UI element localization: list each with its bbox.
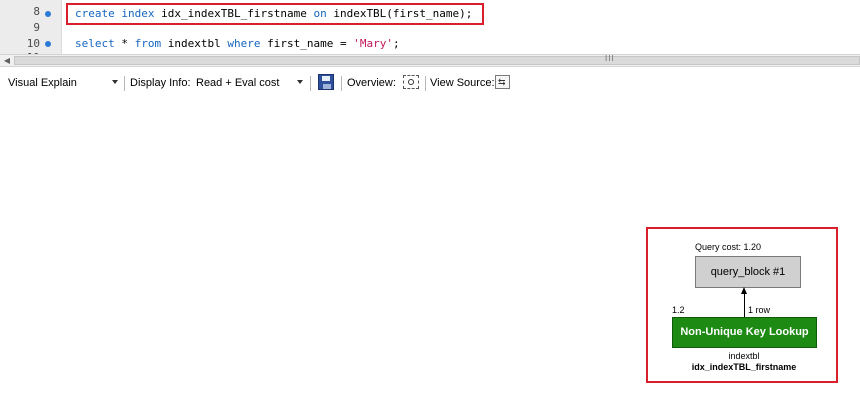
view-source-glyph: ⇆ (498, 77, 506, 87)
toolbar-divider (341, 76, 342, 91)
code-text: select * from indextbl where first_name … (75, 37, 400, 51)
view-select[interactable]: Visual Explain (8, 77, 77, 89)
code-token: ; (392, 37, 400, 50)
operation-cost-label: 1.2 (672, 305, 685, 315)
toolbar-divider (310, 76, 311, 91)
table-name-label: indextbl (728, 351, 760, 361)
code-line-10: 10 (0, 23, 860, 50)
chevron-down-icon[interactable] (112, 80, 118, 84)
query-block-node[interactable]: query_block #1 (695, 256, 801, 288)
rows-label: 1 row (748, 305, 771, 315)
code-token: from (134, 37, 162, 50)
scroll-left-icon[interactable]: ◀ (1, 55, 13, 66)
horizontal-scrollbar[interactable]: ◀ III (0, 54, 860, 67)
index-name-label: idx_indexTBL_firstname (691, 362, 797, 372)
query-cost-label: Query cost: 1.20 (695, 242, 762, 252)
sql-editor[interactable]: 8 9 create index idx_indexTBL_firstname … (0, 0, 860, 54)
display-info-label: Display Info: (130, 77, 191, 89)
toolbar-divider (425, 76, 426, 91)
key-lookup-node[interactable]: Non-Unique Key Lookup (672, 317, 817, 348)
statement-marker-icon (45, 41, 51, 47)
view-source-label: View Source: (430, 77, 495, 89)
highlight-box-create-index (66, 3, 484, 25)
view-source-icon[interactable]: ⇆ (495, 75, 510, 89)
save-icon-slot (323, 84, 331, 89)
flow-connector (744, 293, 745, 317)
code-token: indextbl (161, 37, 228, 50)
code-line-11[interactable]: 11 select * from indextbl where first_na… (0, 37, 860, 54)
toolbar-divider (124, 76, 125, 91)
overview-label: Overview: (347, 77, 396, 89)
save-icon-label (322, 76, 330, 81)
explain-diagram: Query cost: 1.20 query_block #1 1.2 1 ro… (646, 227, 838, 383)
code-token: where (227, 37, 261, 50)
code-token: first_name = (260, 37, 354, 50)
chevron-down-icon[interactable] (297, 80, 303, 84)
overview-icon[interactable] (403, 75, 419, 89)
statement-marker-icon (45, 11, 51, 17)
scrollbar-grip: III (605, 54, 615, 63)
code-token: * (114, 37, 135, 50)
overview-lens (408, 79, 414, 85)
display-info-select[interactable]: Read + Eval cost (196, 77, 279, 89)
code-token: select (75, 37, 115, 50)
save-icon[interactable] (318, 74, 334, 90)
explain-toolbar: Visual Explain Display Info: Read + Eval… (0, 68, 860, 98)
code-token: 'Mary' (353, 37, 393, 50)
scrollbar-thumb[interactable]: III (14, 54, 860, 65)
